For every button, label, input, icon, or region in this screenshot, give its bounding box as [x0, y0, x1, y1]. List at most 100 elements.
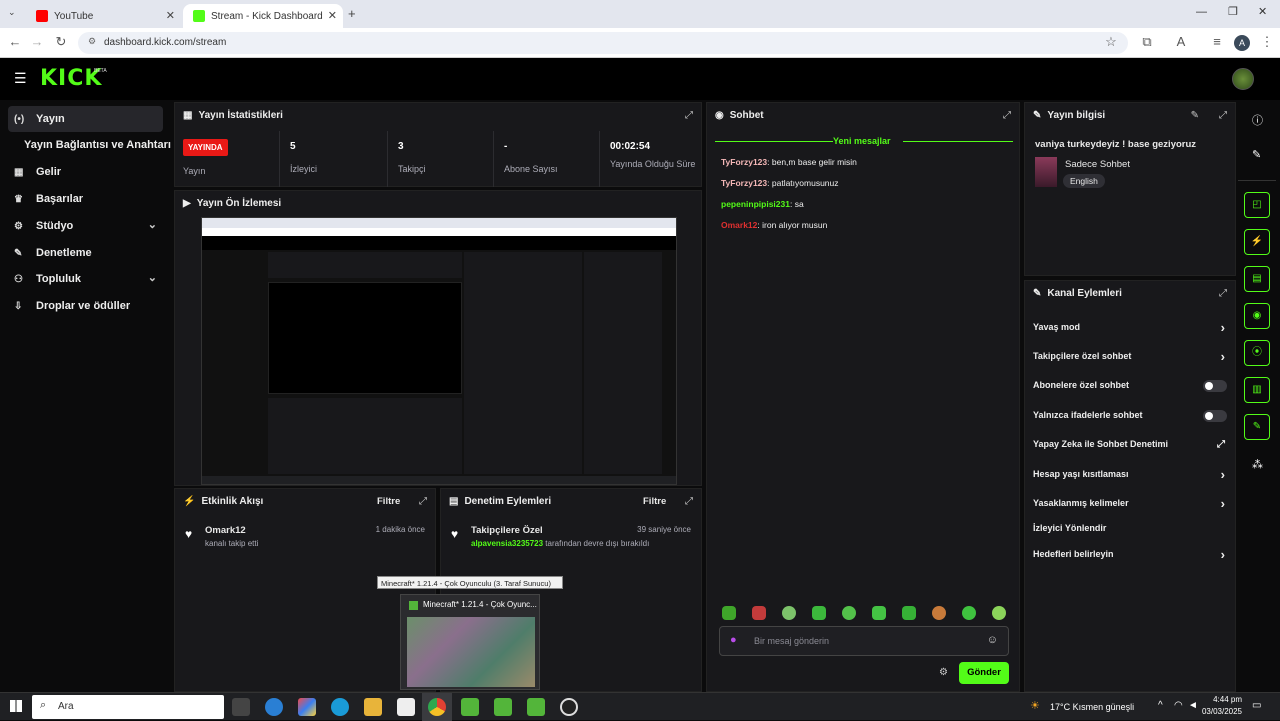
reading-list-icon[interactable]: ≡	[1208, 34, 1226, 49]
sidebar-item-yayin[interactable]: (•) Yayın	[8, 106, 163, 132]
tab-kick-dashboard[interactable]: Stream - Kick Dashboard ✕	[183, 4, 343, 28]
stream-preview-video[interactable]	[201, 217, 677, 485]
maximize-button[interactable]: ❐	[1228, 5, 1238, 18]
emote-icon[interactable]	[752, 606, 766, 620]
emote-icon[interactable]	[872, 606, 886, 620]
tab-youtube[interactable]: YouTube ✕	[26, 4, 181, 28]
new-tab-button[interactable]: +	[348, 6, 356, 21]
sidebar-item-stream-key[interactable]: Yayın Bağlantısı ve Anahtarı	[18, 132, 172, 158]
chat-input[interactable]: ● Bir mesaj gönderin ☺	[719, 626, 1009, 656]
toggle-switch[interactable]	[1203, 410, 1227, 422]
emote-icon[interactable]	[722, 606, 736, 620]
taskbar-date[interactable]: 03/03/2025	[1200, 707, 1242, 716]
rail-bolt-icon[interactable]: ⚡	[1244, 229, 1270, 255]
profile-avatar[interactable]: A	[1234, 35, 1250, 51]
chat-username[interactable]: Omark12	[721, 220, 757, 230]
notification-icon[interactable]: ▭	[1252, 700, 1261, 711]
filter-button[interactable]: Filtre	[377, 496, 400, 507]
send-button[interactable]: Gönder	[959, 662, 1009, 684]
action-banned-words[interactable]: Yasaklanmış kelimeler ›	[1033, 496, 1225, 518]
close-icon[interactable]: ✕	[328, 9, 337, 22]
rail-more-icon[interactable]: ⁂	[1252, 458, 1263, 471]
action-slow-mode[interactable]: Yavaş mod ›	[1033, 320, 1225, 342]
rail-layout-icon[interactable]: ▥	[1244, 377, 1270, 403]
menu-dots-icon[interactable]: ⋮	[1258, 34, 1276, 50]
sidebar-item-droplar[interactable]: ⇩ Droplar ve ödüller	[8, 293, 163, 319]
emote-icon[interactable]	[902, 606, 916, 620]
edit-icon[interactable]: ✎	[1191, 110, 1199, 121]
chat-username[interactable]: TyForzy123	[721, 157, 767, 167]
minimize-button[interactable]: —	[1196, 6, 1207, 18]
tray-chevron-icon[interactable]: ^	[1158, 700, 1163, 711]
forward-icon[interactable]: →	[28, 34, 46, 49]
chrome-icon[interactable]	[428, 698, 446, 716]
sidebar-item-studyo[interactable]: ⚙ Stüdyo ⌄	[8, 213, 163, 239]
emote-icon[interactable]	[842, 606, 856, 620]
translate-icon[interactable]: A	[1172, 34, 1190, 49]
obs-icon[interactable]	[560, 698, 578, 716]
sidebar-item-basarilar[interactable]: ♛ Başarılar	[8, 186, 163, 212]
sidebar-item-denetleme[interactable]: ✎ Denetleme	[8, 240, 163, 266]
emote-icon[interactable]	[992, 606, 1006, 620]
expand-icon[interactable]: ⤢	[685, 496, 693, 507]
action-ai-moderation[interactable]: Yapay Zeka ile Sohbet Denetimi ⤢	[1033, 439, 1225, 459]
volume-icon[interactable]: ◄	[1188, 700, 1198, 711]
expand-icon[interactable]: ⤢	[1219, 288, 1227, 299]
taskbar-search[interactable]: ⌕ Ara	[32, 695, 224, 719]
emote-icon[interactable]	[962, 606, 976, 620]
action-account-age[interactable]: Hesap yaşı kısıtlaması ›	[1033, 467, 1225, 489]
rail-capture-icon[interactable]: ◰	[1244, 192, 1270, 218]
rail-document-icon[interactable]: ▤	[1244, 266, 1270, 292]
close-icon[interactable]: ✕	[166, 9, 175, 22]
rail-broadcast-icon[interactable]: ⦿	[1244, 340, 1270, 366]
chat-username[interactable]: TyForzy123	[721, 178, 767, 188]
action-emotes-only[interactable]: Yalnızca ifadelerle sohbet	[1033, 410, 1227, 430]
info-icon[interactable]: ⓘ	[1252, 112, 1263, 128]
site-info-icon[interactable]: ⚙	[88, 36, 96, 47]
sidebar-item-gelir[interactable]: ▦ Gelir	[8, 159, 163, 185]
expand-icon[interactable]: ⤢	[419, 496, 427, 507]
expand-icon[interactable]: ⤢	[1219, 110, 1227, 121]
office-icon[interactable]	[298, 698, 316, 716]
pencil-icon[interactable]: ✎	[1252, 148, 1261, 161]
rail-chat-icon[interactable]: ◉	[1244, 303, 1270, 329]
action-set-goals[interactable]: Hedefleri belirleyin ›	[1033, 547, 1225, 569]
reload-icon[interactable]: ↻	[52, 34, 70, 50]
rail-wrench-icon[interactable]: ✎	[1244, 414, 1270, 440]
expand-icon[interactable]: ⤢	[1003, 110, 1011, 121]
chat-username[interactable]: pepeninpipisi231	[721, 199, 790, 209]
action-subscribers-only[interactable]: Abonelere özel sohbet	[1033, 380, 1227, 400]
url-field[interactable]: ⚙ dashboard.kick.com/stream	[78, 32, 1128, 54]
wifi-icon[interactable]: ◠	[1174, 700, 1183, 711]
task-view-icon[interactable]	[232, 698, 250, 716]
emote-icon[interactable]	[812, 606, 826, 620]
minecraft-icon[interactable]	[461, 698, 479, 716]
bookmark-star-icon[interactable]: ☆	[1102, 34, 1120, 50]
minecraft-icon[interactable]	[527, 698, 545, 716]
back-icon[interactable]: ←	[6, 34, 24, 49]
copilot-icon[interactable]	[265, 698, 283, 716]
store-icon[interactable]	[397, 698, 415, 716]
hamburger-menu-icon[interactable]: ☰	[14, 70, 27, 87]
emoji-icon[interactable]: ☺	[987, 634, 998, 646]
emote-icon[interactable]	[782, 606, 796, 620]
taskbar-time[interactable]: 4:44 pm	[1206, 695, 1242, 704]
minecraft-icon[interactable]	[494, 698, 512, 716]
tab-list-icon[interactable]: ⌄	[8, 7, 16, 18]
chat-settings-gear-icon[interactable]: ⚙	[939, 667, 948, 678]
minecraft-thumbnail[interactable]: Minecraft* 1.21.4 - Çok Oyunc...	[400, 594, 540, 690]
action-raid-viewers[interactable]: İzleyici Yönlendir	[1033, 523, 1223, 543]
filter-button[interactable]: Filtre	[643, 496, 666, 507]
file-explorer-icon[interactable]	[364, 698, 382, 716]
expand-icon[interactable]: ⤢	[685, 110, 693, 121]
microphone-icon[interactable]: ●	[730, 634, 737, 646]
windows-start-icon[interactable]	[10, 700, 22, 712]
action-followers-only[interactable]: Takipçilere özel sohbet ›	[1033, 349, 1225, 371]
edge-icon[interactable]	[331, 698, 349, 716]
window-close-button[interactable]: ✕	[1258, 5, 1267, 18]
sidebar-item-topluluk[interactable]: ⚇ Topluluk ⌄	[8, 266, 163, 292]
extensions-icon[interactable]: ⧉	[1138, 34, 1156, 50]
toggle-switch[interactable]	[1203, 380, 1227, 392]
user-avatar[interactable]	[1232, 68, 1254, 90]
emote-icon[interactable]	[932, 606, 946, 620]
